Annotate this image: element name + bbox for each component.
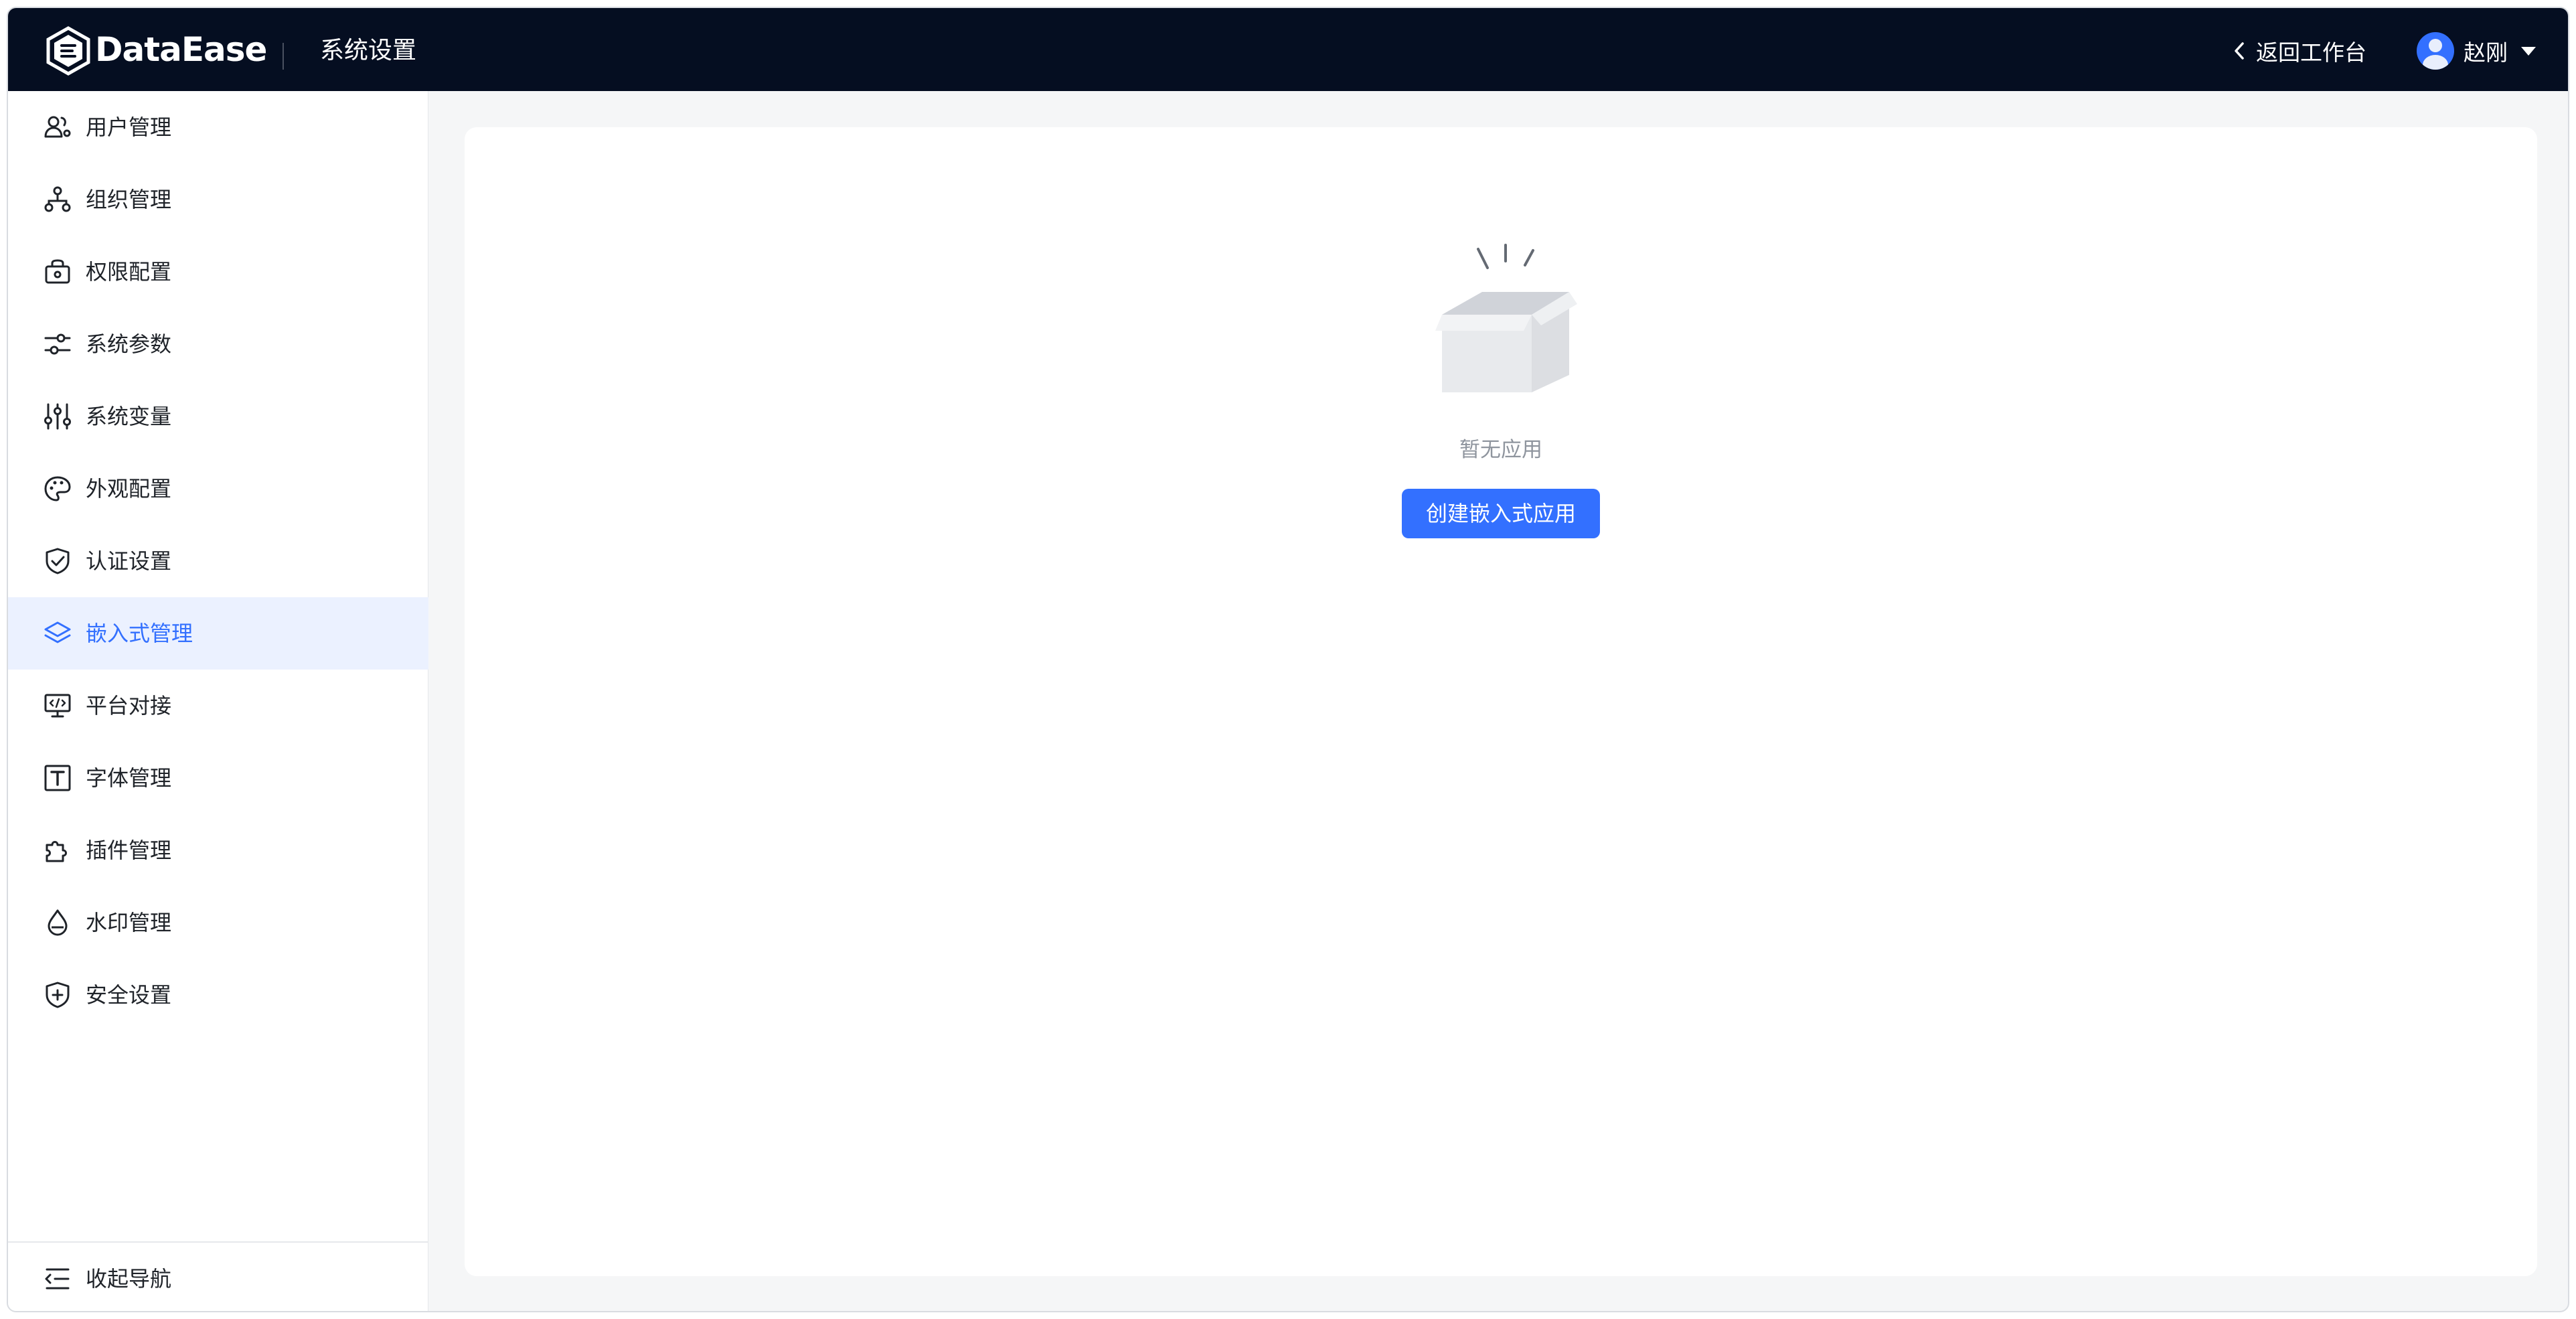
puzzle-icon: [46, 841, 67, 862]
sidebar-item-label: 安全设置: [86, 982, 172, 1008]
vertical-sliders-icon: [44, 403, 71, 430]
caret-down-icon: [2521, 46, 2536, 56]
layers-icon: [44, 621, 71, 643]
top-header: DataEase 系统设置 返回工作台 赵刚: [8, 8, 2568, 91]
sidebar-item-user-management[interactable]: 用户管理: [8, 91, 428, 163]
permission-lock-icon: [45, 259, 70, 284]
sidebar-item-font-management[interactable]: 字体管理: [8, 742, 428, 814]
sidebar-item-label: 外观配置: [86, 476, 172, 501]
sidebar-item-label: 组织管理: [86, 187, 172, 212]
sidebar-item-label: 认证设置: [86, 548, 172, 574]
sidebar-item-label: 权限配置: [86, 259, 172, 285]
embedded-apps-panel: 暂无应用 创建嵌入式应用: [465, 127, 2537, 1276]
shield-check-icon: [46, 548, 70, 574]
palette-icon: [44, 476, 71, 501]
avatar: [2417, 32, 2454, 70]
page-title: 系统设置: [320, 37, 417, 64]
create-embedded-app-button[interactable]: 创建嵌入式应用: [1402, 489, 1600, 538]
back-label: 返回工作台: [2256, 40, 2366, 66]
chevron-left-icon: [2235, 42, 2244, 60]
dataease-logo-icon: [46, 26, 90, 76]
back-to-workbench-button[interactable]: 返回工作台: [2231, 35, 2366, 67]
sidebar-item-org-management[interactable]: 组织管理: [8, 163, 428, 236]
sidebar-item-auth-settings[interactable]: 认证设置: [8, 525, 428, 597]
sidebar-item-embedded-management[interactable]: 嵌入式管理: [8, 597, 428, 670]
sidebar-item-label: 字体管理: [86, 765, 172, 791]
user-management-icon: [44, 116, 71, 138]
sidebar-item-label: 系统参数: [86, 331, 172, 357]
org-tree-icon: [44, 186, 71, 212]
collapse-menu-icon: [45, 1268, 70, 1290]
sidebar-item-label: 用户管理: [86, 114, 172, 140]
user-menu[interactable]: 赵刚: [2417, 31, 2536, 71]
sidebar-item-permission[interactable]: 权限配置: [8, 236, 428, 308]
sidebar-item-label: 系统变量: [86, 404, 172, 429]
empty-box-icon: [1435, 244, 1577, 392]
empty-state-text: 暂无应用: [1459, 438, 1542, 462]
collapse-nav-item[interactable]: 收起导航: [8, 1243, 428, 1311]
sidebar-item-security[interactable]: 安全设置: [8, 959, 428, 1031]
sidebar-item-label: 水印管理: [86, 910, 172, 935]
font-box-icon: [44, 765, 71, 791]
sidebar-item-system-params[interactable]: 系统参数: [8, 308, 428, 380]
sidebar-item-plugin-management[interactable]: 插件管理: [8, 814, 428, 886]
collapse-nav-button[interactable]: 收起导航: [8, 1241, 428, 1311]
sidebar-item-label: 插件管理: [86, 838, 172, 863]
sidebar: 用户管理 组织管理 权限配置 系统参数 系统变量 外观配置 认证设置 嵌入式管理…: [8, 91, 428, 1311]
sidebar-item-system-variables[interactable]: 系统变量: [8, 380, 428, 453]
user-name: 赵刚: [2464, 40, 2508, 66]
sidebar-item-appearance[interactable]: 外观配置: [8, 453, 428, 525]
sidebar-item-label: 平台对接: [86, 693, 172, 718]
shield-plus-icon: [46, 982, 70, 1008]
sidebar-item-label: 嵌入式管理: [86, 621, 193, 646]
app-window: DataEase 系统设置 返回工作台 赵刚 用户管理 组织管理 权限配置 系统…: [7, 7, 2569, 1312]
collapse-nav-label: 收起导航: [86, 1266, 172, 1292]
sidebar-item-platform-integration[interactable]: 平台对接: [8, 670, 428, 742]
water-drop-icon: [48, 909, 68, 936]
sliders-icon: [44, 333, 71, 355]
monitor-code-icon: [44, 694, 71, 718]
brand-name[interactable]: DataEase: [95, 28, 267, 71]
sidebar-item-watermark[interactable]: 水印管理: [8, 886, 428, 959]
header-divider: [283, 43, 284, 70]
